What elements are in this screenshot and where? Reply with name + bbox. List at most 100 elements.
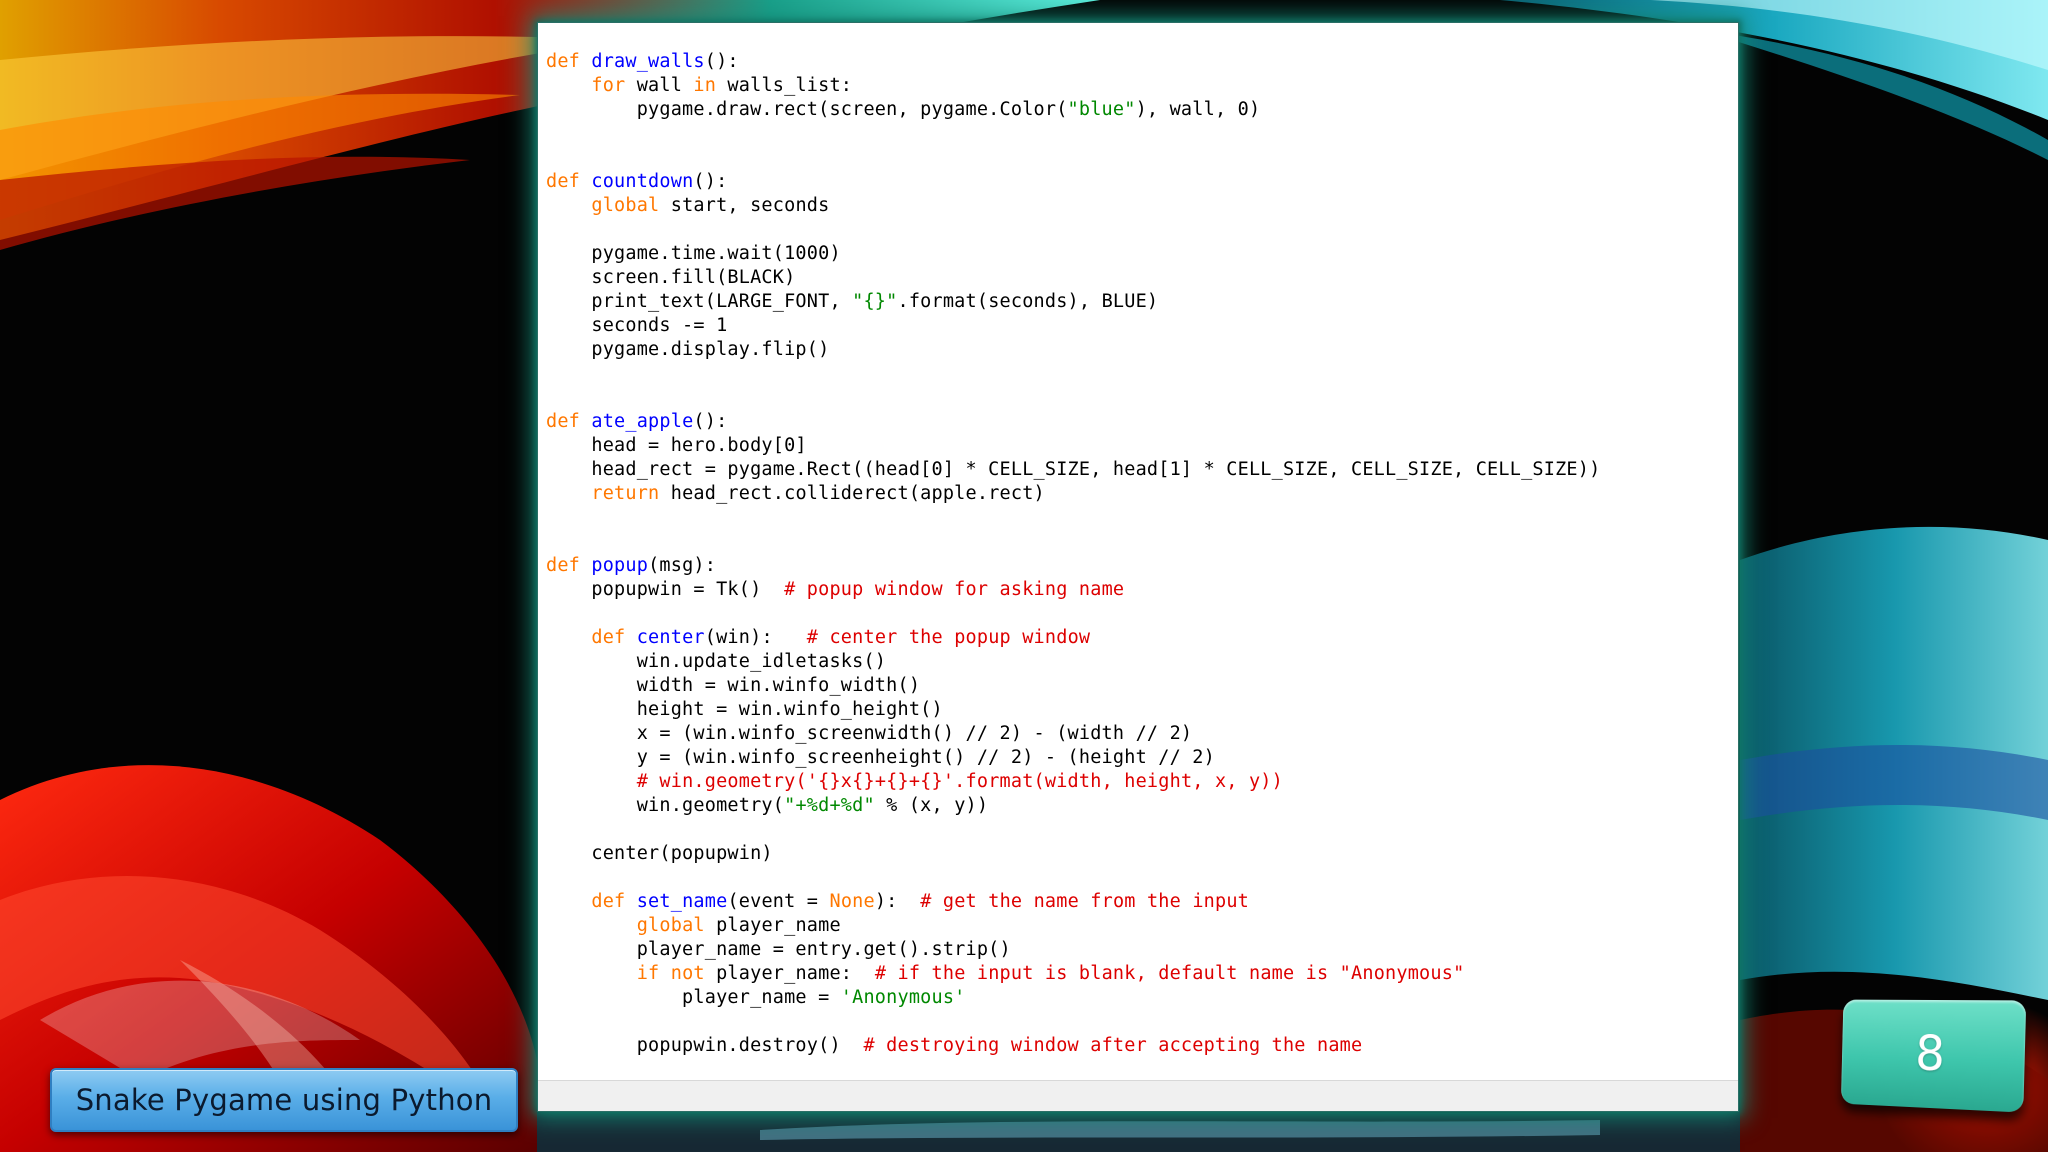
code-line: return head_rect.colliderect(apple.rect) — [546, 482, 1730, 506]
code-line: for wall in walls_list: — [546, 74, 1730, 98]
code-text-area[interactable]: def draw_walls(): for wall in walls_list… — [546, 50, 1730, 1077]
code-line: height = win.winfo_height() — [546, 698, 1730, 722]
code-token: x = (win.winfo_screenwidth() // 2) - (wi… — [546, 723, 1192, 744]
code-token: (): — [693, 171, 727, 192]
code-line: player_name = 'Anonymous' — [546, 986, 1730, 1010]
code-token: (): — [705, 51, 739, 72]
code-token — [546, 75, 591, 96]
horizontal-scrollbar[interactable] — [538, 1080, 1738, 1111]
code-token-fn: set_name — [637, 891, 728, 912]
code-token-kw: def — [546, 411, 591, 432]
code-line: width = win.winfo_width() — [546, 674, 1730, 698]
code-token: y = (win.winfo_screenheight() // 2) - (h… — [546, 747, 1215, 768]
code-line: head_rect = pygame.Rect((head[0] * CELL_… — [546, 458, 1730, 482]
code-token: (msg): — [648, 555, 716, 576]
code-line: y = (win.winfo_screenheight() // 2) - (h… — [546, 746, 1730, 770]
code-token: pygame.display.flip() — [546, 339, 829, 360]
code-token-fn: center — [637, 627, 705, 648]
code-token — [546, 771, 637, 792]
code-token: (event = — [727, 891, 829, 912]
code-line: def ate_apple(): — [546, 410, 1730, 434]
page-number-badge: 8 — [1841, 1000, 2026, 1113]
code-line — [546, 362, 1730, 386]
code-token-kw: for — [591, 75, 625, 96]
code-token: win.geometry( — [546, 795, 784, 816]
code-token: player_name = entry.get().strip() — [546, 939, 1011, 960]
code-line: center(popupwin) — [546, 842, 1730, 866]
code-line: pygame.time.wait(1000) — [546, 242, 1730, 266]
code-token-kw: in — [693, 75, 716, 96]
code-line — [546, 146, 1730, 170]
code-token — [546, 195, 591, 216]
code-line: popupwin.destroy() # destroying window a… — [546, 1034, 1730, 1058]
code-token-kw: def — [546, 51, 591, 72]
code-token: head = hero.body[0] — [546, 435, 807, 456]
code-line: def countdown(): — [546, 170, 1730, 194]
scrollbar-thumb[interactable] — [608, 1111, 1128, 1112]
code-line — [546, 1010, 1730, 1034]
code-token: % (x, y)) — [875, 795, 988, 816]
code-line: pygame.draw.rect(screen, pygame.Color("b… — [546, 98, 1730, 122]
code-token — [546, 483, 591, 504]
code-line: head = hero.body[0] — [546, 434, 1730, 458]
code-token-fn: popup — [591, 555, 648, 576]
code-token: screen.fill(BLACK) — [546, 267, 795, 288]
code-line — [546, 818, 1730, 842]
code-token-kw: if not — [637, 963, 705, 984]
code-line — [546, 122, 1730, 146]
code-token-str: "blue" — [1068, 99, 1136, 120]
code-token-str: "{}" — [852, 291, 897, 312]
slide-title: Snake Pygame using Python — [76, 1083, 493, 1117]
code-line — [546, 218, 1730, 242]
code-token: walls_list: — [716, 75, 852, 96]
code-token: pygame.time.wait(1000) — [546, 243, 841, 264]
code-token: ), wall, 0) — [1136, 99, 1261, 120]
code-token: pygame.draw.rect(screen, pygame.Color( — [546, 99, 1068, 120]
code-token-cm: # popup window for asking name — [784, 579, 1124, 600]
code-line: def popup(msg): — [546, 554, 1730, 578]
code-token: height = win.winfo_height() — [546, 699, 943, 720]
code-line — [546, 602, 1730, 626]
code-token: start, seconds — [659, 195, 829, 216]
code-line: seconds -= 1 — [546, 314, 1730, 338]
code-token-kw: return — [591, 483, 659, 504]
page-number: 8 — [1915, 1026, 1946, 1083]
code-token-str: "+%d+%d" — [784, 795, 875, 816]
code-line: x = (win.winfo_screenwidth() // 2) - (wi… — [546, 722, 1730, 746]
code-token-kw: global — [591, 195, 659, 216]
code-token-kw: def — [546, 555, 591, 576]
code-token-kw: global — [637, 915, 705, 936]
code-token: center(popupwin) — [546, 843, 773, 864]
code-token — [546, 627, 591, 648]
code-token: win.update_idletasks() — [546, 651, 886, 672]
code-token — [546, 915, 637, 936]
code-token-fn: draw_walls — [591, 51, 704, 72]
code-line: def set_name(event = None): # get the na… — [546, 890, 1730, 914]
code-token — [546, 891, 591, 912]
code-line: # win.geometry('{}x{}+{}+{}'.format(widt… — [546, 770, 1730, 794]
code-token: (win): — [705, 627, 807, 648]
code-token: head_rect = pygame.Rect((head[0] * CELL_… — [546, 459, 1600, 480]
code-token-str: 'Anonymous' — [841, 987, 966, 1008]
code-token-fn: countdown — [591, 171, 693, 192]
code-token: popupwin = Tk() — [546, 579, 784, 600]
code-line: def draw_walls(): — [546, 50, 1730, 74]
code-token-fn: ate_apple — [591, 411, 693, 432]
code-token-kw: None — [829, 891, 874, 912]
code-line: def center(win): # center the popup wind… — [546, 626, 1730, 650]
code-line: pygame.display.flip() — [546, 338, 1730, 362]
code-token-kw: def — [591, 891, 636, 912]
code-token: ): — [875, 891, 920, 912]
code-token: print_text(LARGE_FONT, — [546, 291, 852, 312]
code-token-cm: # destroying window after accepting the … — [863, 1035, 1362, 1056]
code-token-cm: # get the name from the input — [920, 891, 1249, 912]
code-token: popupwin.destroy() — [546, 1035, 863, 1056]
code-token: (): — [693, 411, 727, 432]
code-line: player_name = entry.get().strip() — [546, 938, 1730, 962]
code-token: seconds -= 1 — [546, 315, 727, 336]
code-token-cm: # if the input is blank, default name is… — [875, 963, 1465, 984]
code-line: win.update_idletasks() — [546, 650, 1730, 674]
code-token: player_name: — [705, 963, 875, 984]
code-token: player_name = — [546, 987, 841, 1008]
code-token: player_name — [705, 915, 841, 936]
